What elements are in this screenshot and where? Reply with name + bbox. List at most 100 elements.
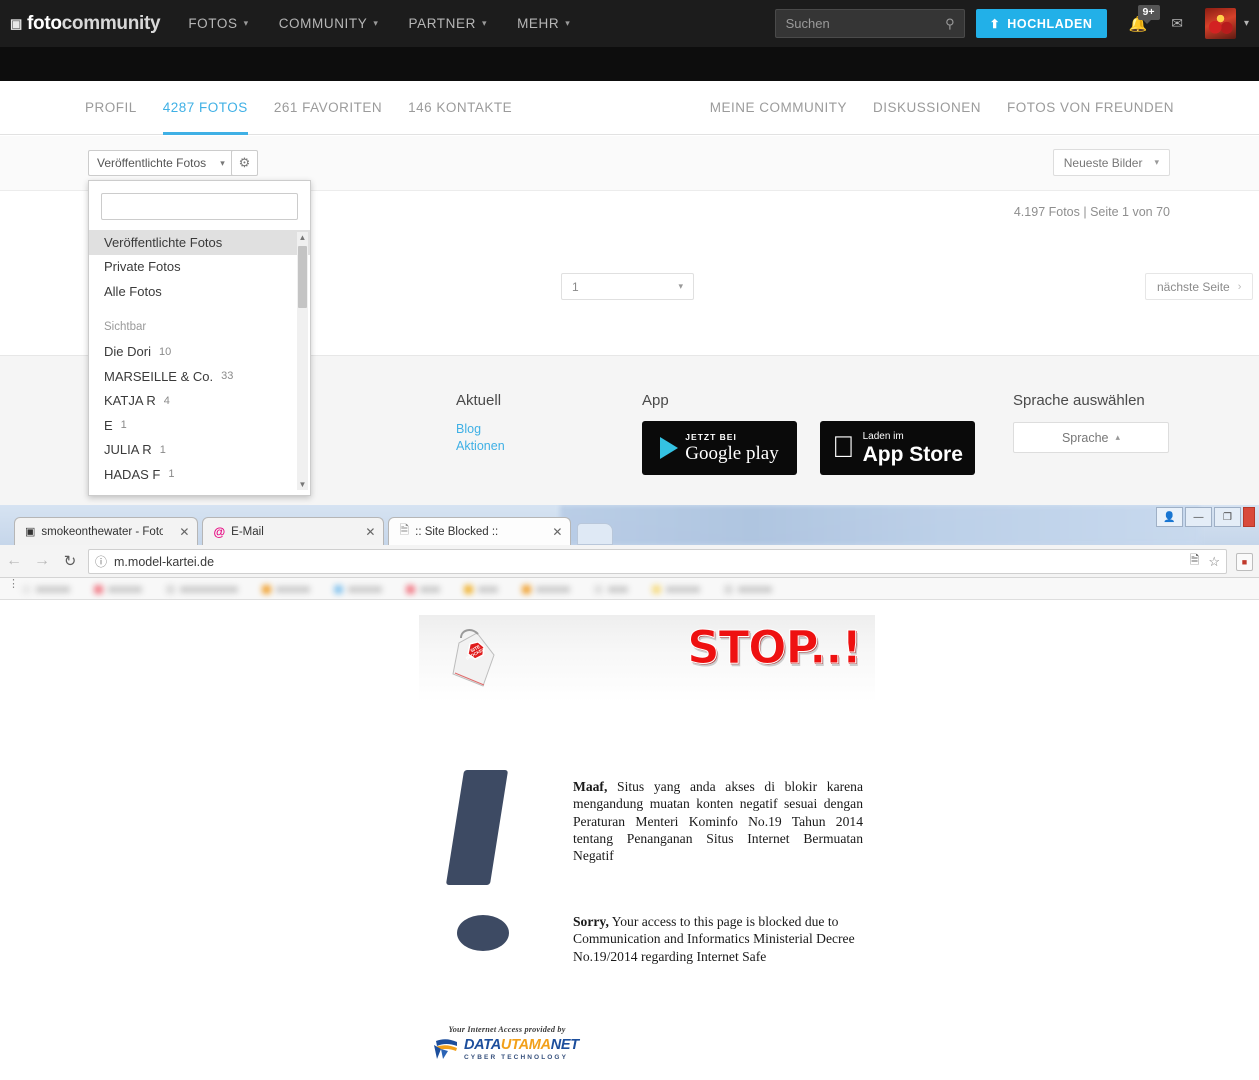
dropdown-album-marseille-co[interactable]: MARSEILLE & Co. 33 — [89, 364, 310, 389]
user-profile-icon[interactable]: 👤 — [1156, 507, 1183, 527]
provider-logo: Your Internet Access provided by DATAUTA… — [432, 1025, 582, 1061]
search-input[interactable] — [775, 16, 931, 31]
dropdown-album-julia-r[interactable]: JULIA R 1 — [89, 438, 310, 463]
dropdown-album-e[interactable]: E 1 — [89, 413, 310, 438]
main-nav: FOTOS ▾ COMMUNITY ▾ PARTNER ▾ MEHR ▾ — [188, 16, 600, 31]
option-label: Private Fotos — [104, 259, 181, 275]
tab-meine-community[interactable]: MEINE COMMUNITY — [710, 81, 847, 134]
tab-fotos-von-freunden[interactable]: FOTOS VON FREUNDEN — [1007, 81, 1174, 134]
tab-label: E-Mail — [231, 525, 264, 538]
provider-name: DATAUTAMANET — [464, 1037, 579, 1053]
footer-column-aktuell: Aktuell Blog Aktionen — [456, 392, 505, 455]
app-store-main-label: App Store — [851, 442, 963, 466]
footer-heading: App — [642, 392, 669, 409]
close-icon[interactable]: ✕ — [179, 525, 189, 539]
info-icon[interactable]: ⓘ — [95, 553, 107, 570]
reload-icon[interactable]: ↻ — [56, 552, 84, 570]
exclamation-mark-icon — [445, 770, 509, 951]
chevron-down-icon: ▾ — [220, 157, 225, 168]
tab-fotos[interactable]: 4287 FOTOS — [162, 81, 248, 135]
nav-item-mehr[interactable]: MEHR ▾ — [517, 16, 570, 31]
fotocommunity-page: ▣ foto community FOTOS ▾ COMMUNITY ▾ PART… — [0, 0, 1259, 505]
chevron-down-icon: ▾ — [565, 18, 571, 28]
new-tab-icon[interactable] — [577, 523, 614, 545]
tab-favoriten[interactable]: 261 FAVORITEN — [274, 81, 382, 134]
next-page-button[interactable]: nächste Seite › — [1145, 273, 1254, 300]
album-label: Die Dori — [104, 344, 151, 360]
nav-item-partner[interactable]: PARTNER ▾ — [408, 16, 487, 31]
album-count: 1 — [168, 468, 175, 481]
page-select[interactable]: 1 ▾ — [561, 273, 694, 300]
browser-tab-site-blocked[interactable]: 🗎 :: Site Blocked :: ✕ — [388, 517, 572, 545]
gear-icon: ⚙ — [238, 155, 251, 170]
sort-select[interactable]: Neueste Bilder ▾ — [1052, 149, 1170, 176]
star-icon[interactable]: ☆ — [1208, 554, 1220, 570]
tab-kontakte[interactable]: 146 KONTAKTE — [408, 81, 512, 134]
address-bar[interactable]: ⓘ m.model-kartei.de 🗎 ☆ — [88, 549, 1227, 574]
minimize-button[interactable]: — — [1185, 507, 1212, 527]
translate-icon[interactable]: 🗎 — [1190, 551, 1200, 572]
dropdown-option-alle-fotos[interactable]: Alle Fotos — [89, 279, 310, 304]
messages-button[interactable]: ✉ — [1171, 15, 1183, 32]
forward-arrow-icon[interactable]: → — [28, 552, 56, 570]
dropdown-album-hadas-f[interactable]: HADAS F 1 — [89, 462, 310, 487]
tab-profil[interactable]: PROFIL — [85, 81, 137, 134]
dropdown-search-input[interactable] — [101, 193, 298, 220]
footer-link-aktionen[interactable]: Aktionen — [456, 438, 505, 455]
nav-item-fotos[interactable]: FOTOS ▾ — [188, 16, 248, 31]
close-icon[interactable]: ✕ — [365, 525, 375, 539]
search-box[interactable]: ⚲ — [774, 9, 965, 38]
language-select-button[interactable]: Sprache ▴ — [1013, 422, 1169, 453]
site-logo[interactable]: ▣ foto community — [10, 13, 161, 35]
footer-link-blog[interactable]: Blog — [456, 421, 505, 438]
dropdown-search-wrapper — [89, 181, 310, 230]
avatar[interactable] — [1204, 8, 1236, 39]
browser-tab-smokeonthewater[interactable]: ▣ smokeonthewater - Foto ✕ — [14, 517, 199, 545]
stop-heading: STOP..! — [687, 621, 863, 675]
back-arrow-icon[interactable]: ← — [0, 552, 28, 570]
settings-button[interactable]: ⚙ — [231, 150, 258, 176]
extension-icon[interactable]: ■ — [1236, 553, 1253, 571]
close-icon[interactable]: ✕ — [552, 525, 562, 539]
dropdown-option-veroeffentlichte-fotos[interactable]: Veröffentlichte Fotos — [89, 230, 310, 255]
scroll-up-icon[interactable]: ▲ — [297, 232, 308, 243]
google-play-icon — [660, 437, 679, 459]
dropdown-album-die-dori[interactable]: Die Dori 10 — [89, 340, 310, 365]
account-menu-caret[interactable]: ▾ — [1244, 18, 1249, 29]
scroll-down-icon[interactable]: ▼ — [297, 479, 308, 490]
upload-button[interactable]: ⬆ HOCHLADEN — [975, 9, 1107, 38]
language-button-label: Sprache — [1061, 430, 1109, 445]
scrollbar-thumb[interactable] — [298, 246, 307, 308]
blocked-message-english: Sorry, Your access to this page is block… — [573, 913, 865, 965]
header-spacer-strip — [0, 47, 1259, 81]
chevron-down-icon: ▾ — [481, 18, 488, 28]
nav-item-community[interactable]: COMMUNITY ▾ — [279, 16, 379, 31]
album-label: KATJA R — [104, 393, 156, 409]
envelope-icon: ✉ — [1171, 15, 1183, 31]
album-count: 33 — [221, 370, 234, 383]
google-play-button[interactable]: JETZT BEI Google play — [642, 421, 797, 475]
blocked-banner: SITE BLOCKED STOP..! — [419, 615, 875, 702]
dropdown-album-katja-r[interactable]: KATJA R 4 — [89, 389, 310, 414]
site-blocked-tag-icon: SITE BLOCKED — [452, 629, 495, 687]
photo-filter-select[interactable]: Veröffentlichte Fotos ▾ — [88, 150, 234, 176]
app-store-button[interactable]:  Laden im App Store — [820, 421, 975, 475]
footer-column-app: App JETZT BEI Google play  — [642, 392, 975, 475]
album-count: 10 — [158, 345, 172, 358]
document-icon: 🗎 — [399, 523, 410, 537]
header-right-controls: ⚲ ⬆ HOCHLADEN 🔔 9+ ✉ ▾ — [774, 4, 1259, 39]
close-button[interactable] — [1243, 507, 1255, 527]
search-icon[interactable]: ⚲ — [945, 16, 955, 32]
maximize-button[interactable]: ❐ — [1214, 507, 1241, 527]
notifications-button[interactable]: 🔔 9+ — [1129, 4, 1160, 33]
chevron-down-icon: ▾ — [243, 18, 249, 28]
dropdown-option-private-fotos[interactable]: Private Fotos — [89, 255, 310, 280]
dropdown-scrollbar[interactable]: ▲ ▼ — [297, 232, 308, 490]
camera-icon: ▣ — [10, 15, 22, 31]
provider-tagline: Your Internet Access provided by — [448, 1025, 566, 1034]
chevron-right-icon: › — [1237, 280, 1242, 293]
album-label: JULIA R — [104, 442, 152, 458]
browser-tab-email[interactable]: @ E-Mail ✕ — [202, 517, 385, 545]
overflow-menu-icon[interactable]: ⋮ — [8, 579, 19, 590]
tab-diskussionen[interactable]: DISKUSSIONEN — [873, 81, 981, 134]
